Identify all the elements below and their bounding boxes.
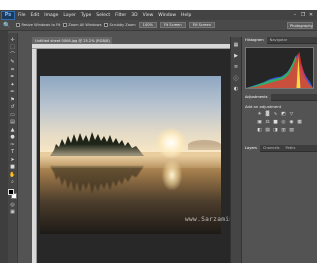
levels-icon[interactable]: ▓: [264, 111, 271, 117]
zoom-tool-icon[interactable]: 🔍: [3, 22, 10, 29]
gradient-map-icon[interactable]: ▥: [280, 127, 287, 133]
dodge-tool-icon[interactable]: ●: [9, 134, 17, 142]
black-white-icon[interactable]: ■: [272, 119, 279, 125]
foreground-color-swatch[interactable]: [8, 189, 14, 195]
adjustment-icons-row-1: ☀ ▓ ∿ ◩ ▽: [242, 111, 317, 117]
photo-filter-icon[interactable]: ◎: [280, 119, 287, 125]
workspace-select[interactable]: Photography: [287, 22, 313, 29]
actions-icon[interactable]: ▶: [232, 52, 240, 60]
add-adjustment-label: Add an adjustment: [245, 104, 282, 109]
healing-tool-icon[interactable]: ✦: [9, 81, 17, 89]
left-gutter: [0, 31, 8, 263]
menu-layer[interactable]: Layer: [63, 13, 76, 18]
menu-bar: Ps File Edit Image Layer Type Select Fil…: [0, 10, 317, 20]
adjustment-icons-row-3: ◧ ▤ ◨ ▥ ▧: [242, 127, 317, 133]
zoom-all-windows-checkbox[interactable]: [63, 23, 68, 27]
right-panels: Histogram Navigator Adjustments Add an a…: [242, 36, 317, 263]
fit-screen-button[interactable]: Fit Screen: [159, 22, 186, 28]
marquee-tool-icon[interactable]: ⬚: [9, 44, 17, 52]
screen-mode-icon[interactable]: ▣: [9, 209, 17, 217]
photoshop-window: Ps File Edit Image Layer Type Select Fil…: [0, 0, 317, 263]
info-icon[interactable]: ⓘ: [232, 74, 240, 82]
quick-mask-icon[interactable]: ◎: [9, 201, 17, 209]
path-selection-tool-icon[interactable]: ➤: [9, 156, 17, 164]
shape-tool-icon[interactable]: ■: [9, 164, 17, 172]
collapsed-panel-dock: ▦ ▶ ≡ ⓘ ◐: [230, 37, 242, 263]
type-tool-icon[interactable]: T: [9, 149, 17, 157]
gradient-tool-icon[interactable]: ▤: [9, 119, 17, 127]
menu-window[interactable]: Window: [158, 13, 176, 18]
menu-help[interactable]: Help: [181, 13, 191, 18]
tools-panel: ✛ ⬚ ⌒ ✎ ⌗ ✒ ✦ ✏ ⚑ ↺ ▭ ▤ ▲ ● ✑ T ➤ ■ ✋ ⌕ …: [8, 33, 18, 263]
brush-tool-icon[interactable]: ✏: [9, 89, 17, 97]
curves-icon[interactable]: ∿: [272, 111, 279, 117]
eyedropper-tool-icon[interactable]: ✒: [9, 74, 17, 82]
scrubby-zoom-checkbox[interactable]: [104, 23, 109, 27]
menu-edit[interactable]: Edit: [31, 13, 40, 18]
eraser-tool-icon[interactable]: ▭: [9, 111, 17, 119]
brightness-contrast-icon[interactable]: ☀: [256, 111, 263, 117]
menu-view[interactable]: View: [143, 13, 154, 18]
photo-island-reflection: [50, 166, 144, 194]
menu-select[interactable]: Select: [96, 13, 110, 18]
restore-button[interactable]: ❐: [299, 12, 307, 18]
tab-adjustments[interactable]: Adjustments: [242, 93, 271, 101]
fill-screen-button[interactable]: Fill Screen: [188, 22, 215, 28]
menu-filter[interactable]: Filter: [115, 13, 126, 18]
color-balance-icon[interactable]: ⚖: [264, 119, 271, 125]
pen-tool-icon[interactable]: ✑: [9, 141, 17, 149]
lasso-tool-icon[interactable]: ⌒: [9, 51, 17, 59]
histogram-graph: [245, 47, 314, 89]
histogram-panel: [242, 44, 317, 94]
invert-icon[interactable]: ◧: [256, 127, 263, 133]
properties-icon[interactable]: ≡: [232, 63, 240, 71]
threshold-icon[interactable]: ◨: [272, 127, 279, 133]
blur-tool-icon[interactable]: ▲: [9, 126, 17, 134]
posterize-icon[interactable]: ▤: [264, 127, 271, 133]
tab-layers[interactable]: Layers: [242, 144, 260, 152]
color-lookup-icon[interactable]: ▦: [296, 119, 303, 125]
menu-file[interactable]: File: [18, 13, 26, 18]
adjustment-icons-row-2: ▣ ⚖ ■ ◎ ◉ ▦: [242, 119, 317, 125]
move-tool-icon[interactable]: ✛: [9, 36, 17, 44]
hue-saturation-icon[interactable]: ▣: [256, 119, 263, 125]
menu-image[interactable]: Image: [44, 13, 58, 18]
exposure-icon[interactable]: ◩: [280, 111, 287, 117]
photo-mist: [40, 144, 221, 168]
document-image[interactable]: [40, 76, 221, 234]
menu-3d[interactable]: 3D: [131, 13, 137, 18]
zoom-all-windows-label: Zoom All Windows: [68, 23, 102, 27]
history-brush-tool-icon[interactable]: ↺: [9, 104, 17, 112]
color-icon[interactable]: ◐: [232, 85, 240, 93]
layers-panel: Layers Channels Paths: [242, 144, 317, 263]
title-bar: [0, 0, 317, 10]
tab-channels[interactable]: Channels: [260, 145, 283, 152]
close-button[interactable]: ✕: [307, 12, 315, 18]
channel-mixer-icon[interactable]: ◉: [288, 119, 295, 125]
tab-paths[interactable]: Paths: [283, 145, 299, 152]
quick-selection-tool-icon[interactable]: ✎: [9, 59, 17, 67]
color-swatches[interactable]: [8, 189, 17, 201]
app-logo: Ps: [1, 10, 15, 20]
clone-stamp-tool-icon[interactable]: ⚑: [9, 96, 17, 104]
hand-tool-icon[interactable]: ✋: [9, 171, 17, 179]
selective-color-icon[interactable]: ▧: [288, 127, 295, 133]
adjustments-panel-header: Adjustments: [242, 93, 317, 101]
options-bar: 🔍 Resize Windows to Fit Zoom All Windows…: [0, 20, 317, 31]
layers-panel-header: Layers Channels Paths: [242, 144, 317, 152]
zoom-tool-side-icon[interactable]: ⌕: [9, 179, 17, 187]
resize-windows-label: Resize Windows to Fit: [21, 23, 61, 27]
document-tab[interactable]: Untitled sheet 0006.jpg @ 25.2% (RGB/8): [32, 37, 112, 44]
crop-tool-icon[interactable]: ⌗: [9, 66, 17, 74]
menu-type[interactable]: Type: [81, 13, 91, 18]
histogram-panel-header: Histogram Navigator: [242, 36, 317, 44]
vibrance-icon[interactable]: ▽: [288, 111, 295, 117]
tab-histogram[interactable]: Histogram: [242, 36, 267, 44]
minimize-button[interactable]: –: [291, 12, 299, 18]
history-icon[interactable]: ▦: [232, 41, 240, 49]
resize-windows-checkbox[interactable]: [16, 23, 21, 27]
scrubby-zoom-label: Scrubby Zoom: [109, 23, 136, 27]
tab-navigator[interactable]: Navigator: [267, 37, 291, 44]
zoom-100-button[interactable]: 100%: [138, 22, 157, 28]
